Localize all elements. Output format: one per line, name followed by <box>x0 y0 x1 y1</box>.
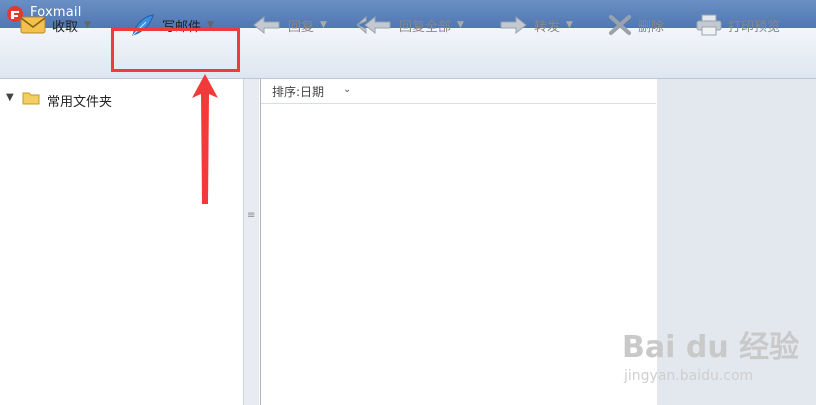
folder-icon <box>22 92 40 105</box>
printer-icon <box>696 14 722 36</box>
reply-all-button[interactable]: 回复全部 ▼ <box>355 0 464 50</box>
splitter-grip-icon[interactable]: ≡ <box>247 210 255 221</box>
folder-pane-scrollbar[interactable] <box>243 79 259 405</box>
reply-all-icon <box>356 15 391 35</box>
chevron-down-icon[interactable]: ▼ <box>320 20 327 30</box>
envelope-icon <box>20 16 46 34</box>
reply-arrow-icon <box>253 15 280 35</box>
print-preview-label: 打印预览 <box>728 19 781 35</box>
reply-all-label: 回复全部 <box>399 19 452 35</box>
receive-label: 收取 <box>52 19 79 35</box>
compose-highlight-box <box>111 28 240 72</box>
watermark-brand: Bai du 经验 <box>622 330 800 365</box>
chevron-down-icon[interactable]: ▼ <box>457 20 464 30</box>
baidu-watermark: Bai du 经验 <box>622 322 799 366</box>
chevron-down-icon[interactable]: ▼ <box>566 20 573 30</box>
message-list-pane <box>260 79 658 405</box>
receive-button[interactable]: 收取 ▼ <box>20 0 91 50</box>
forward-arrow-icon <box>500 15 527 35</box>
delete-button[interactable]: 删除 <box>608 0 664 50</box>
reply-label: 回复 <box>288 19 315 35</box>
sort-selector[interactable]: 排序:日期 <box>272 83 324 100</box>
delete-label: 删除 <box>638 19 665 35</box>
print-preview-button[interactable]: 打印预览 <box>696 0 780 50</box>
chevron-down-icon[interactable]: ▼ <box>84 20 91 30</box>
folder-pane <box>0 79 260 405</box>
reply-button[interactable]: 回复 ▼ <box>252 0 327 50</box>
forward-label: 转发 <box>534 19 561 35</box>
chevron-down-icon[interactable]: ⌄ <box>343 84 351 95</box>
tree-expand-icon[interactable]: ▼ <box>6 92 14 103</box>
folder-item-common[interactable]: 常用文件夹 <box>47 91 112 110</box>
forward-button[interactable]: 转发 ▼ <box>498 0 573 50</box>
annotation-arrow-icon <box>192 74 218 204</box>
watermark-url: jingyan.baidu.com <box>624 368 754 384</box>
delete-x-icon <box>609 15 631 35</box>
